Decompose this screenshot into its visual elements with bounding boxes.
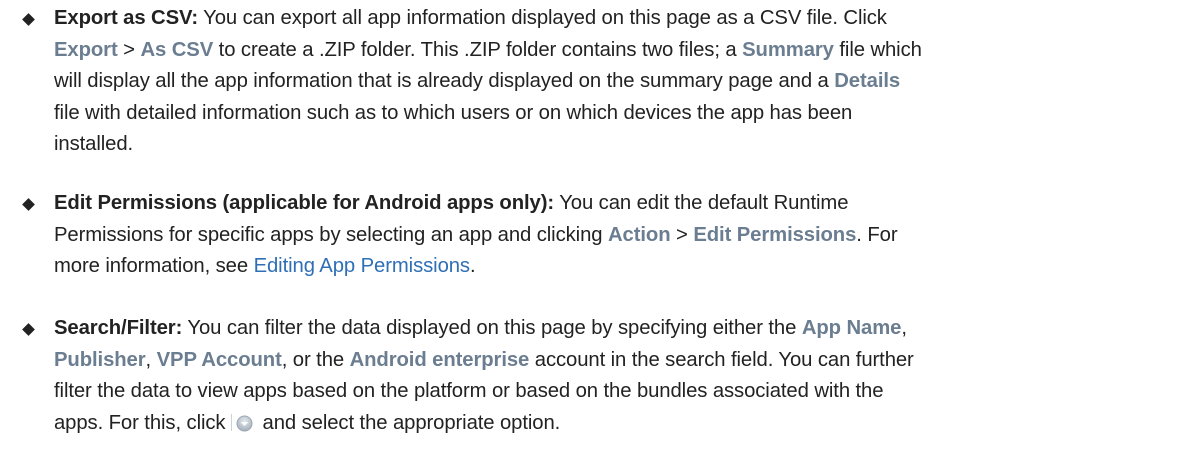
text-line: Export as CSV: You can export all app in… [54,6,887,30]
text-line: file with detailed information such as t… [54,101,852,125]
body-text: apps. For this, click [54,411,232,434]
ui-term: Details [834,70,901,92]
body-text: installed. [54,133,134,155]
body-text: You can export all app information displ… [198,7,887,29]
body-text: will display all the app information tha… [54,70,835,92]
bullet-icon [22,323,35,336]
body-text: > [117,38,141,61]
body-text: filter the data to view apps based on th… [54,380,884,402]
body-text: file with detailed information such as t… [54,101,853,124]
ui-term: As CSV [140,38,214,61]
body-text: > [670,223,694,246]
body-text: to create a .ZIP folder. This .ZIP folde… [213,38,743,61]
item-heading: Search/Filter: [54,317,183,339]
filter-icon[interactable] [231,413,253,431]
editing-app-permissions-link[interactable]: Editing App Permissions [254,255,471,277]
body-text: , [145,348,157,371]
text-line: more information, see Editing App Permis… [54,254,476,278]
body-text: You can edit the default Runtime [554,192,849,214]
bullet-icon [22,13,35,26]
body-text: more information, see [54,255,254,277]
body-text: , or the [281,348,350,371]
bullet-icon [22,198,35,211]
body-text: . [469,255,476,277]
body-text: and select the appropriate option. [257,411,561,434]
ui-term: Android enterprise [349,348,530,371]
body-text: Permissions for specific apps by selecti… [54,223,608,246]
text-line: filter the data to view apps based on th… [54,379,884,403]
ui-term: Summary [742,38,834,61]
body-text: You can filter the data displayed on thi… [182,317,802,339]
body-text: , [901,317,907,339]
item-heading: Edit Permissions (applicable for Android… [54,192,555,214]
text-line: Search/Filter: You can filter the data d… [54,316,907,340]
body-text: account in the search field. You can fur… [529,348,914,371]
text-line: installed. [54,132,133,156]
ui-term: Export [54,38,118,61]
body-text: . For [856,223,898,246]
text-line: will display all the app information tha… [54,69,900,93]
text-line: apps. For this, click and select the app… [54,411,560,435]
text-line: Permissions for specific apps by selecti… [54,223,898,247]
text-line: Publisher, VPP Account, or the Android e… [54,348,914,372]
ui-term: Action [607,223,671,246]
text-line: Export > As CSV to create a .ZIP folder.… [54,38,922,62]
ui-term: VPP Account [156,348,282,371]
body-text: file which [833,38,922,61]
item-heading: Export as CSV: [54,7,198,29]
ui-term: Publisher [54,348,146,371]
document-body: Export as CSV: You can export all app in… [0,0,1178,449]
ui-term: App Name [801,317,902,339]
text-line: Edit Permissions (applicable for Android… [54,191,849,215]
ui-term: Edit Permissions [693,223,857,246]
